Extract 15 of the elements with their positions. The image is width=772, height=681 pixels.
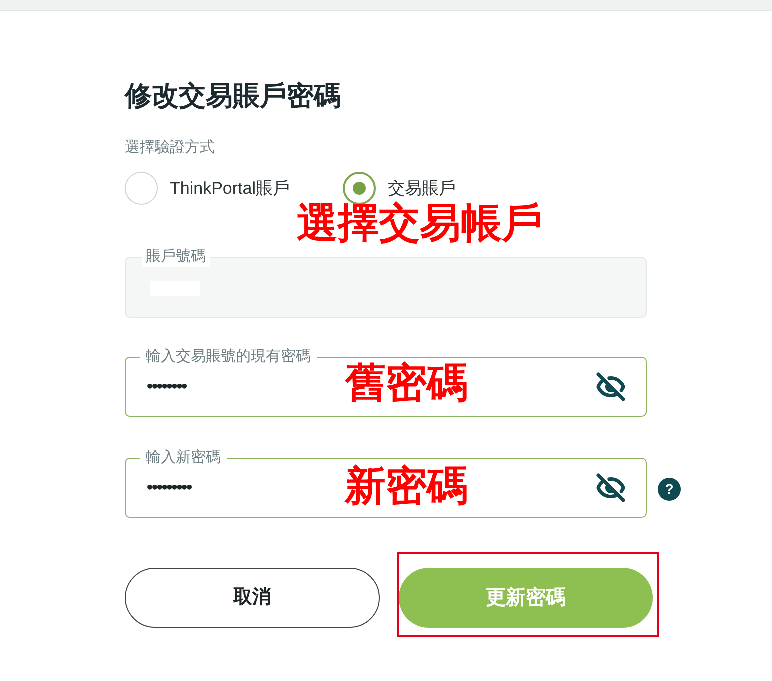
account-number-field[interactable]: 賬戶號碼: [125, 247, 647, 318]
field-label: 賬戶號碼: [142, 247, 210, 267]
password-value: •••••••••: [147, 478, 192, 498]
annotation-text: 新密碼: [345, 463, 468, 509]
eye-off-icon[interactable]: [594, 372, 628, 402]
eye-off-icon[interactable]: [594, 473, 628, 503]
help-button[interactable]: ?: [658, 478, 681, 501]
page-title: 修改交易賬戶密碼: [125, 80, 341, 112]
radio-icon[interactable]: [125, 172, 158, 205]
annotation-text: 舊密碼: [345, 360, 468, 406]
password-value: ••••••••: [147, 377, 187, 397]
annotation-text: 選擇交易帳戶: [297, 200, 543, 246]
radio-icon[interactable]: [343, 172, 376, 205]
method-label: 選擇驗證方式: [125, 138, 215, 158]
cancel-button[interactable]: 取消: [125, 568, 380, 628]
